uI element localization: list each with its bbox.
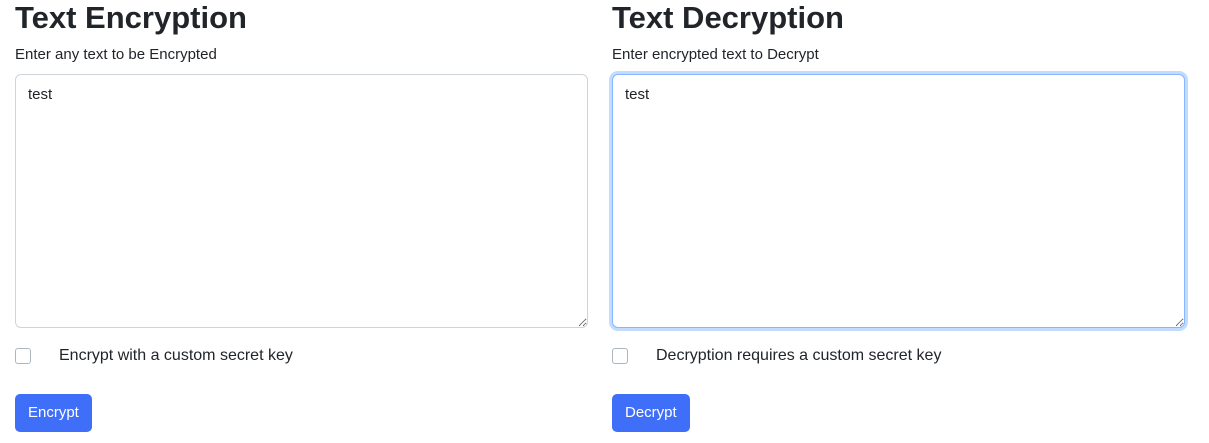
encryption-title: Text Encryption [15, 0, 247, 35]
decrypt-button[interactable]: Decrypt [612, 394, 690, 432]
decryption-text-input[interactable]: test [612, 74, 1185, 328]
encrypt-custom-key-label[interactable]: Encrypt with a custom secret key [59, 346, 293, 366]
decryption-input-label: Enter encrypted text to Decrypt [612, 46, 819, 63]
decrypt-custom-key-checkbox[interactable] [612, 348, 628, 364]
encrypt-button[interactable]: Encrypt [15, 394, 92, 432]
encryption-text-input[interactable]: test [15, 74, 588, 328]
encrypt-custom-key-checkbox[interactable] [15, 348, 31, 364]
encryption-input-label: Enter any text to be Encrypted [15, 46, 217, 63]
decrypt-custom-key-label[interactable]: Decryption requires a custom secret key [656, 346, 941, 366]
decryption-title: Text Decryption [612, 0, 844, 35]
